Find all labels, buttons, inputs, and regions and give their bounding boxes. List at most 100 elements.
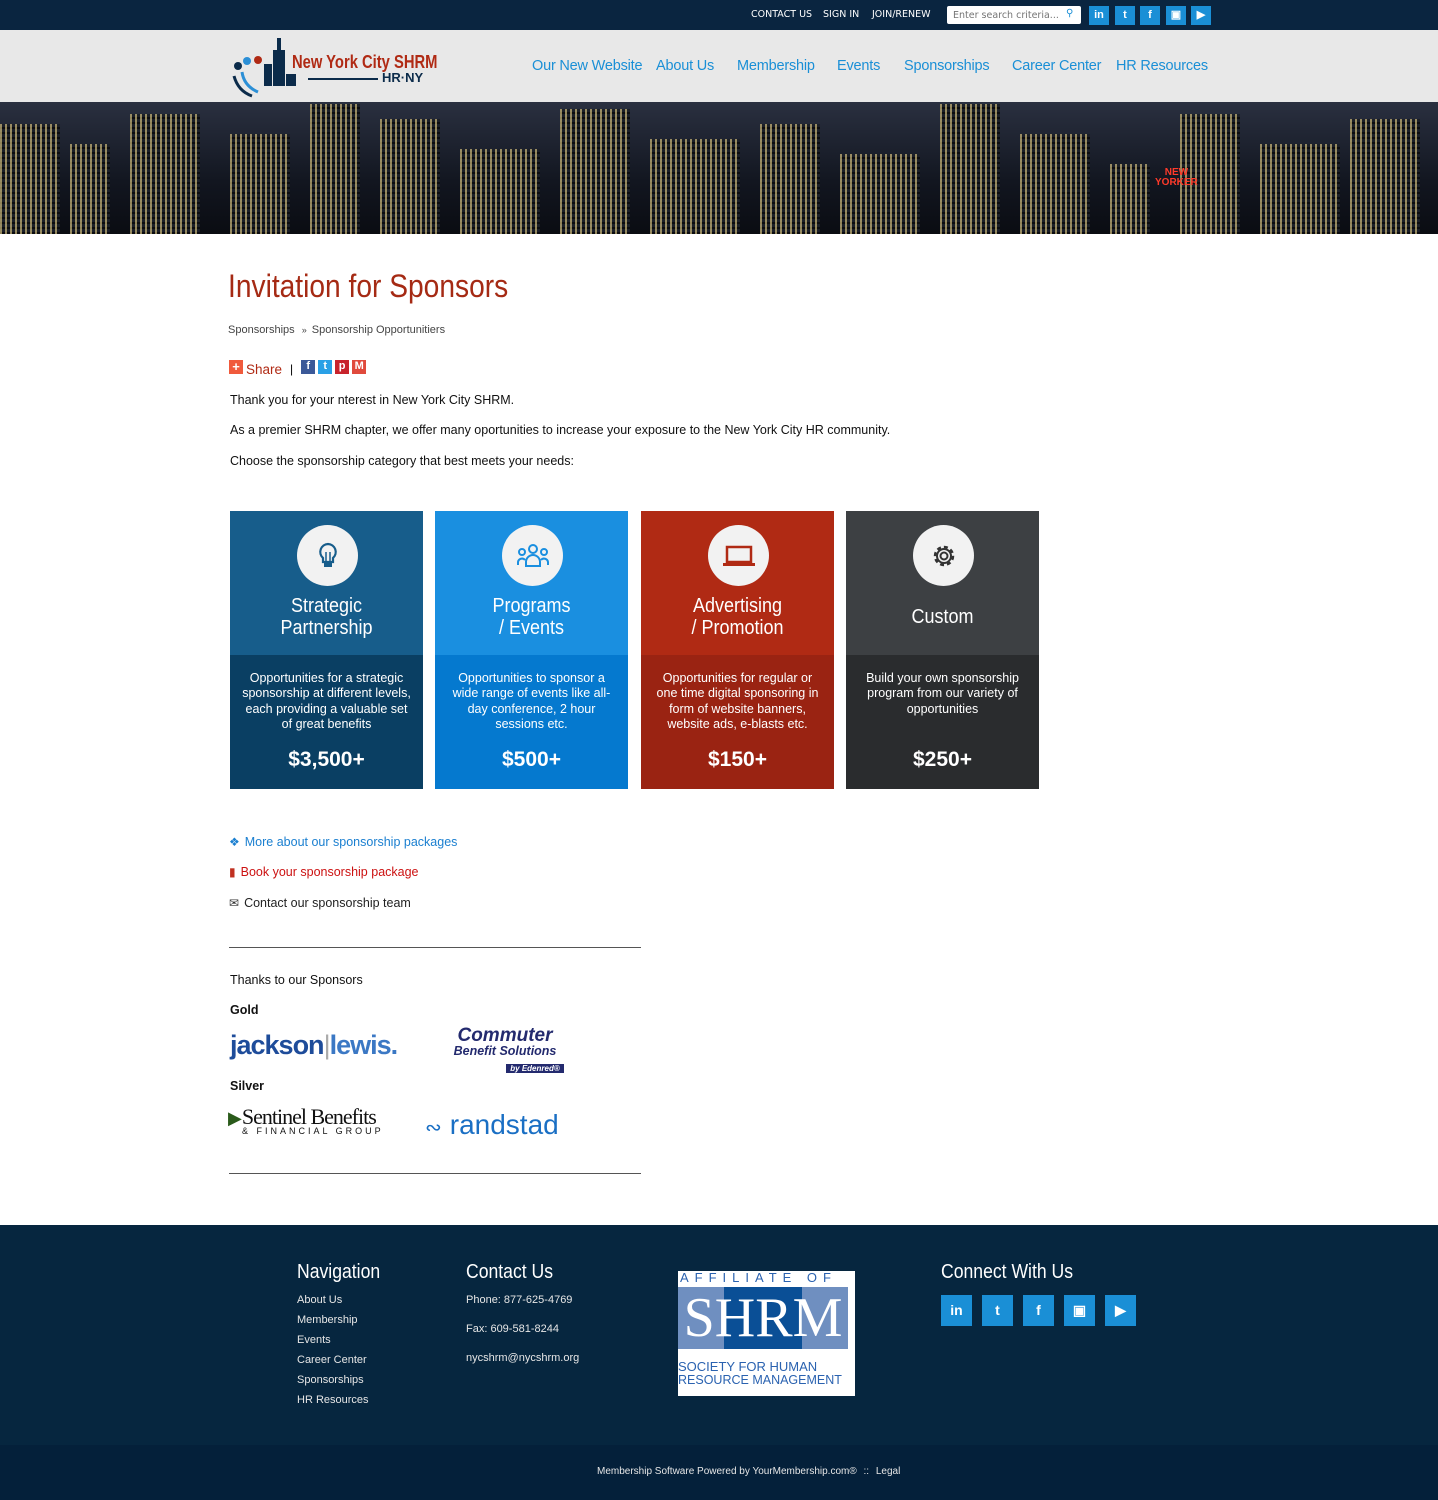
laptop-icon [708, 525, 769, 586]
nav-events[interactable]: Events [837, 58, 880, 74]
logo[interactable]: New York City SHRM HR·NY [228, 36, 440, 100]
card-price: $3,500+ [288, 748, 365, 771]
search-icon[interactable]: ⚲ [1066, 8, 1073, 19]
footer-email[interactable]: nycshrm@nycshrm.org [466, 1352, 579, 1364]
footer-connect-heading: Connect With Us [941, 1261, 1074, 1283]
email-share-icon[interactable]: M [352, 360, 367, 374]
footer-twitter-icon[interactable]: t [982, 1295, 1013, 1326]
footer-youtube-icon[interactable]: ▶ [1105, 1295, 1136, 1326]
footer-instagram-icon[interactable]: ▣ [1064, 1295, 1095, 1326]
card-title-line: Advertising [692, 595, 783, 617]
search-input[interactable] [947, 6, 1081, 24]
share-bar: + Share | f t p M [229, 357, 367, 377]
facebook-share-icon[interactable]: f [301, 360, 316, 374]
nav-about-us[interactable]: About Us [656, 58, 714, 74]
skyline-banner: NEW YORKER [0, 102, 1438, 234]
card-description: Build your own sponsorship program from … [866, 671, 1019, 716]
card-header: Programs / Events [435, 511, 628, 655]
logo-text: & FINANCIAL GROUP [242, 1126, 384, 1136]
jackson-lewis-logo[interactable]: jackson|lewis. [230, 1030, 398, 1061]
share-button[interactable]: Share [246, 362, 282, 377]
sponsorship-card[interactable]: Programs / Events Opportunities to sponso… [435, 511, 628, 789]
breadcrumb-separator: » [301, 325, 307, 335]
footer-link-about-us[interactable]: About Us [297, 1294, 342, 1306]
powered-by-text: Membership Software Powered by YourMembe… [597, 1466, 857, 1477]
more-packages-link[interactable]: ❖ More about our sponsorship packages [229, 835, 457, 849]
footer-link-events[interactable]: Events [297, 1334, 331, 1346]
footer-link-career-center[interactable]: Career Center [297, 1354, 367, 1366]
card-title-line: Partnership [280, 617, 373, 639]
twitter-share-icon[interactable]: t [318, 360, 333, 374]
contact-us-link[interactable]: CONTACT US [751, 9, 812, 20]
footer-linkedin-icon[interactable]: in [941, 1295, 972, 1326]
logo-skyline-icon [232, 38, 296, 98]
legal-link[interactable]: Legal [876, 1466, 900, 1477]
footer-facebook-icon[interactable]: f [1023, 1295, 1054, 1326]
footer-phone: Phone: 877-625-4769 [466, 1294, 573, 1306]
link-label[interactable]: Book your sponsorship package [241, 865, 419, 879]
sponsorship-card[interactable]: Custom Build your own sponsorship progra… [846, 511, 1039, 789]
breadcrumb-current: Sponsorship Opportunitiers [311, 324, 446, 336]
logo-text: randstad [449, 1109, 559, 1140]
people-icon [502, 525, 563, 586]
card-description: Opportunities for regular or one time di… [656, 671, 819, 731]
footer: Navigation About Us Membership Events Ca… [0, 1225, 1438, 1500]
facebook-icon[interactable]: f [1140, 6, 1160, 25]
book-icon: ▮ [229, 865, 236, 879]
nav-sponsorships[interactable]: Sponsorships [904, 58, 990, 74]
card-price: $150+ [708, 748, 767, 771]
card-body: Opportunities to sponsor a wide range of… [435, 655, 628, 789]
silver-label: Silver [230, 1079, 265, 1093]
card-header: Strategic Partnership [230, 511, 423, 655]
card-title: Custom [856, 606, 1030, 628]
card-body: Opportunities for a strategic sponsorshi… [230, 655, 423, 789]
randstad-logo[interactable]: ∾ randstad [425, 1109, 559, 1141]
link-label[interactable]: More about our sponsorship packages [245, 835, 458, 849]
logo-text: jackson [230, 1030, 325, 1060]
gold-label: Gold [230, 1003, 259, 1017]
youtube-icon[interactable]: ▶ [1191, 6, 1211, 25]
divider [229, 1173, 641, 1174]
logo-text: SOCIETY FOR HUMAN [678, 1359, 818, 1374]
twitter-icon[interactable]: t [1115, 6, 1135, 25]
intro-paragraph: As a premier SHRM chapter, we offer many… [230, 423, 891, 437]
intro-paragraph: Choose the sponsorship category that bes… [230, 454, 574, 468]
nav-our-new-website[interactable]: Our New Website [532, 58, 643, 74]
share-separator: | [290, 362, 294, 376]
nav-hr-resources[interactable]: HR Resources [1116, 58, 1208, 74]
gear-icon [913, 525, 974, 586]
linkedin-icon[interactable]: in [1089, 6, 1109, 25]
sponsorship-card[interactable]: Strategic Partnership Opportunities for a… [230, 511, 423, 789]
card-title-line: Custom [911, 606, 974, 628]
link-label[interactable]: Contact our sponsorship team [244, 896, 411, 910]
logo-text: by Edenred® [506, 1064, 564, 1073]
breadcrumb: Sponsorships » Sponsorship Opportunitier… [228, 324, 445, 336]
join-renew-link[interactable]: JOIN/RENEW [872, 9, 931, 20]
share-plus-icon[interactable]: + [229, 360, 243, 374]
instagram-icon[interactable]: ▣ [1166, 6, 1186, 25]
footer-bottom-bar: Membership Software Powered by YourMembe… [0, 1445, 1438, 1500]
nav-membership[interactable]: Membership [737, 58, 815, 74]
commuter-benefit-logo[interactable]: Commuter Benefit Solutions by Edenred® [441, 1026, 569, 1076]
pinterest-share-icon[interactable]: p [335, 360, 350, 374]
dropbox-icon: ❖ [229, 835, 240, 849]
card-title: Strategic Partnership [240, 595, 414, 639]
main-nav: New York City SHRM HR·NY Our New Website… [0, 30, 1438, 102]
card-price: $250+ [913, 748, 972, 771]
sponsorship-card[interactable]: Advertising / Promotion Opportunities for… [641, 511, 834, 789]
nav-career-center[interactable]: Career Center [1012, 58, 1101, 74]
card-title-line: / Events [498, 617, 565, 639]
footer-link-membership[interactable]: Membership [297, 1314, 358, 1326]
card-title-line: Programs [492, 595, 571, 617]
book-package-link[interactable]: ▮ Book your sponsorship package [229, 865, 419, 879]
logo-divider [308, 78, 378, 80]
sentinel-benefits-logo[interactable]: ▶Sentinel Benefits & FINANCIAL GROUP [228, 1104, 384, 1136]
sign-in-link[interactable]: SIGN IN [823, 9, 859, 20]
contact-team-link[interactable]: ✉ Contact our sponsorship team [229, 896, 411, 910]
footer-link-hr-resources[interactable]: HR Resources [297, 1394, 369, 1406]
shrm-affiliate-logo[interactable]: AFFILIATE OF SHRM SOCIETY FOR HUMAN RESO… [678, 1271, 855, 1396]
card-title: Advertising / Promotion [651, 595, 825, 639]
footer-link-sponsorships[interactable]: Sponsorships [297, 1374, 364, 1386]
logo-tagline: HR·NY [382, 70, 424, 85]
breadcrumb-sponsorships[interactable]: Sponsorships [228, 324, 295, 336]
